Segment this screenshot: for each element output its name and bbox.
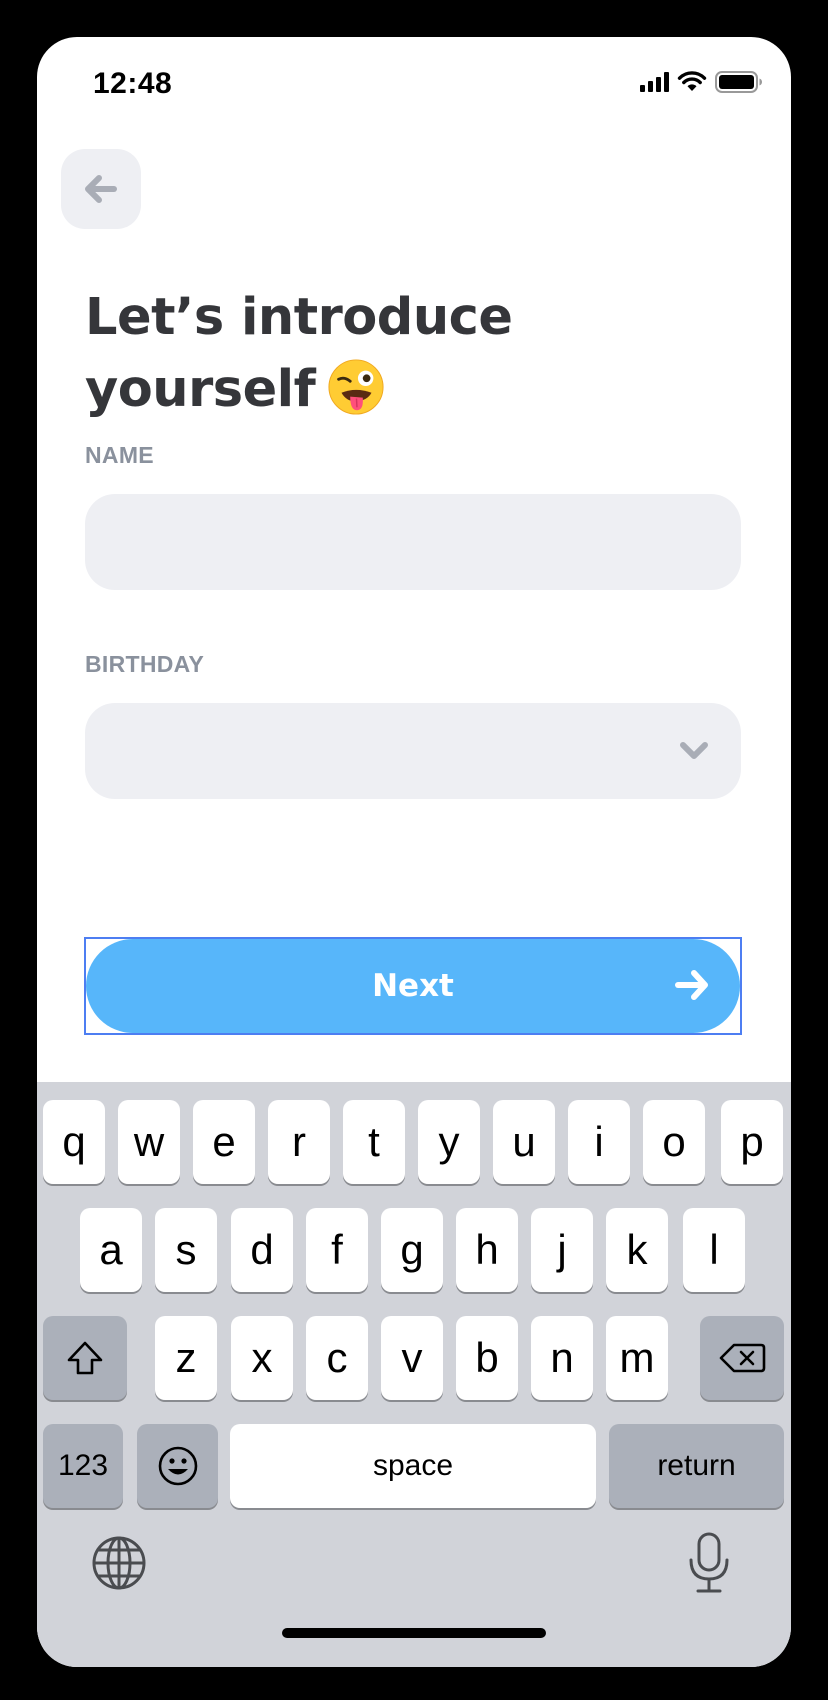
cellular-signal-icon [640, 72, 669, 92]
phone-screen: 12:48 Let’s introduce yourself NAME BIRT… [37, 37, 791, 1667]
backspace-icon [719, 1343, 766, 1373]
key-y[interactable]: y [418, 1100, 480, 1184]
next-button[interactable]: Next [86, 939, 740, 1033]
key-a[interactable]: a [80, 1208, 142, 1292]
title-line-2-text: yourself [85, 360, 316, 419]
winking-face-with-tongue-icon [328, 359, 384, 415]
key-z[interactable]: z [155, 1316, 217, 1400]
globe-icon [92, 1536, 146, 1590]
next-button-label: Next [372, 968, 454, 1004]
keyboard: q w e r t y u i o p a s d f g h j k l z … [37, 1082, 791, 1667]
space-key[interactable]: space [230, 1424, 596, 1508]
key-w[interactable]: w [118, 1100, 180, 1184]
key-d[interactable]: d [231, 1208, 293, 1292]
globe-button[interactable] [91, 1535, 147, 1591]
emoji-key[interactable] [137, 1424, 218, 1508]
key-n[interactable]: n [531, 1316, 593, 1400]
shift-key[interactable] [43, 1316, 127, 1400]
key-g[interactable]: g [381, 1208, 443, 1292]
home-indicator [282, 1628, 546, 1638]
key-q[interactable]: q [43, 1100, 105, 1184]
key-t[interactable]: t [343, 1100, 405, 1184]
delete-key[interactable] [700, 1316, 784, 1400]
key-k[interactable]: k [606, 1208, 668, 1292]
key-f[interactable]: f [306, 1208, 368, 1292]
wifi-icon [677, 71, 707, 91]
status-icons [640, 71, 763, 93]
key-m[interactable]: m [606, 1316, 668, 1400]
title-line-2: yourself [85, 354, 705, 426]
page-title: Let’s introduce yourself [85, 282, 705, 426]
birthday-label: BIRTHDAY [85, 651, 205, 677]
key-o[interactable]: o [643, 1100, 705, 1184]
key-v[interactable]: v [381, 1316, 443, 1400]
key-b[interactable]: b [456, 1316, 518, 1400]
key-h[interactable]: h [456, 1208, 518, 1292]
microphone-icon [689, 1532, 729, 1593]
arrow-left-icon [85, 175, 117, 203]
key-u[interactable]: u [493, 1100, 555, 1184]
back-button[interactable] [61, 149, 141, 229]
return-key[interactable]: return [609, 1424, 784, 1508]
name-label: NAME [85, 442, 154, 468]
status-time: 12:48 [93, 67, 173, 100]
title-line-1: Let’s introduce [85, 288, 513, 347]
chevron-down-icon [680, 742, 708, 759]
key-p[interactable]: p [721, 1100, 783, 1184]
shift-icon [67, 1341, 103, 1375]
key-l[interactable]: l [683, 1208, 745, 1292]
dictation-button[interactable] [687, 1531, 731, 1595]
key-e[interactable]: e [193, 1100, 255, 1184]
key-r[interactable]: r [268, 1100, 330, 1184]
smiley-icon [158, 1446, 197, 1486]
numbers-key[interactable]: 123 [43, 1424, 123, 1508]
key-i[interactable]: i [568, 1100, 630, 1184]
key-s[interactable]: s [155, 1208, 217, 1292]
battery-icon [715, 71, 762, 93]
key-c[interactable]: c [306, 1316, 368, 1400]
key-j[interactable]: j [531, 1208, 593, 1292]
arrow-right-icon [675, 970, 708, 1000]
key-x[interactable]: x [231, 1316, 293, 1400]
birthday-select[interactable] [85, 703, 741, 799]
name-input[interactable] [85, 494, 741, 590]
